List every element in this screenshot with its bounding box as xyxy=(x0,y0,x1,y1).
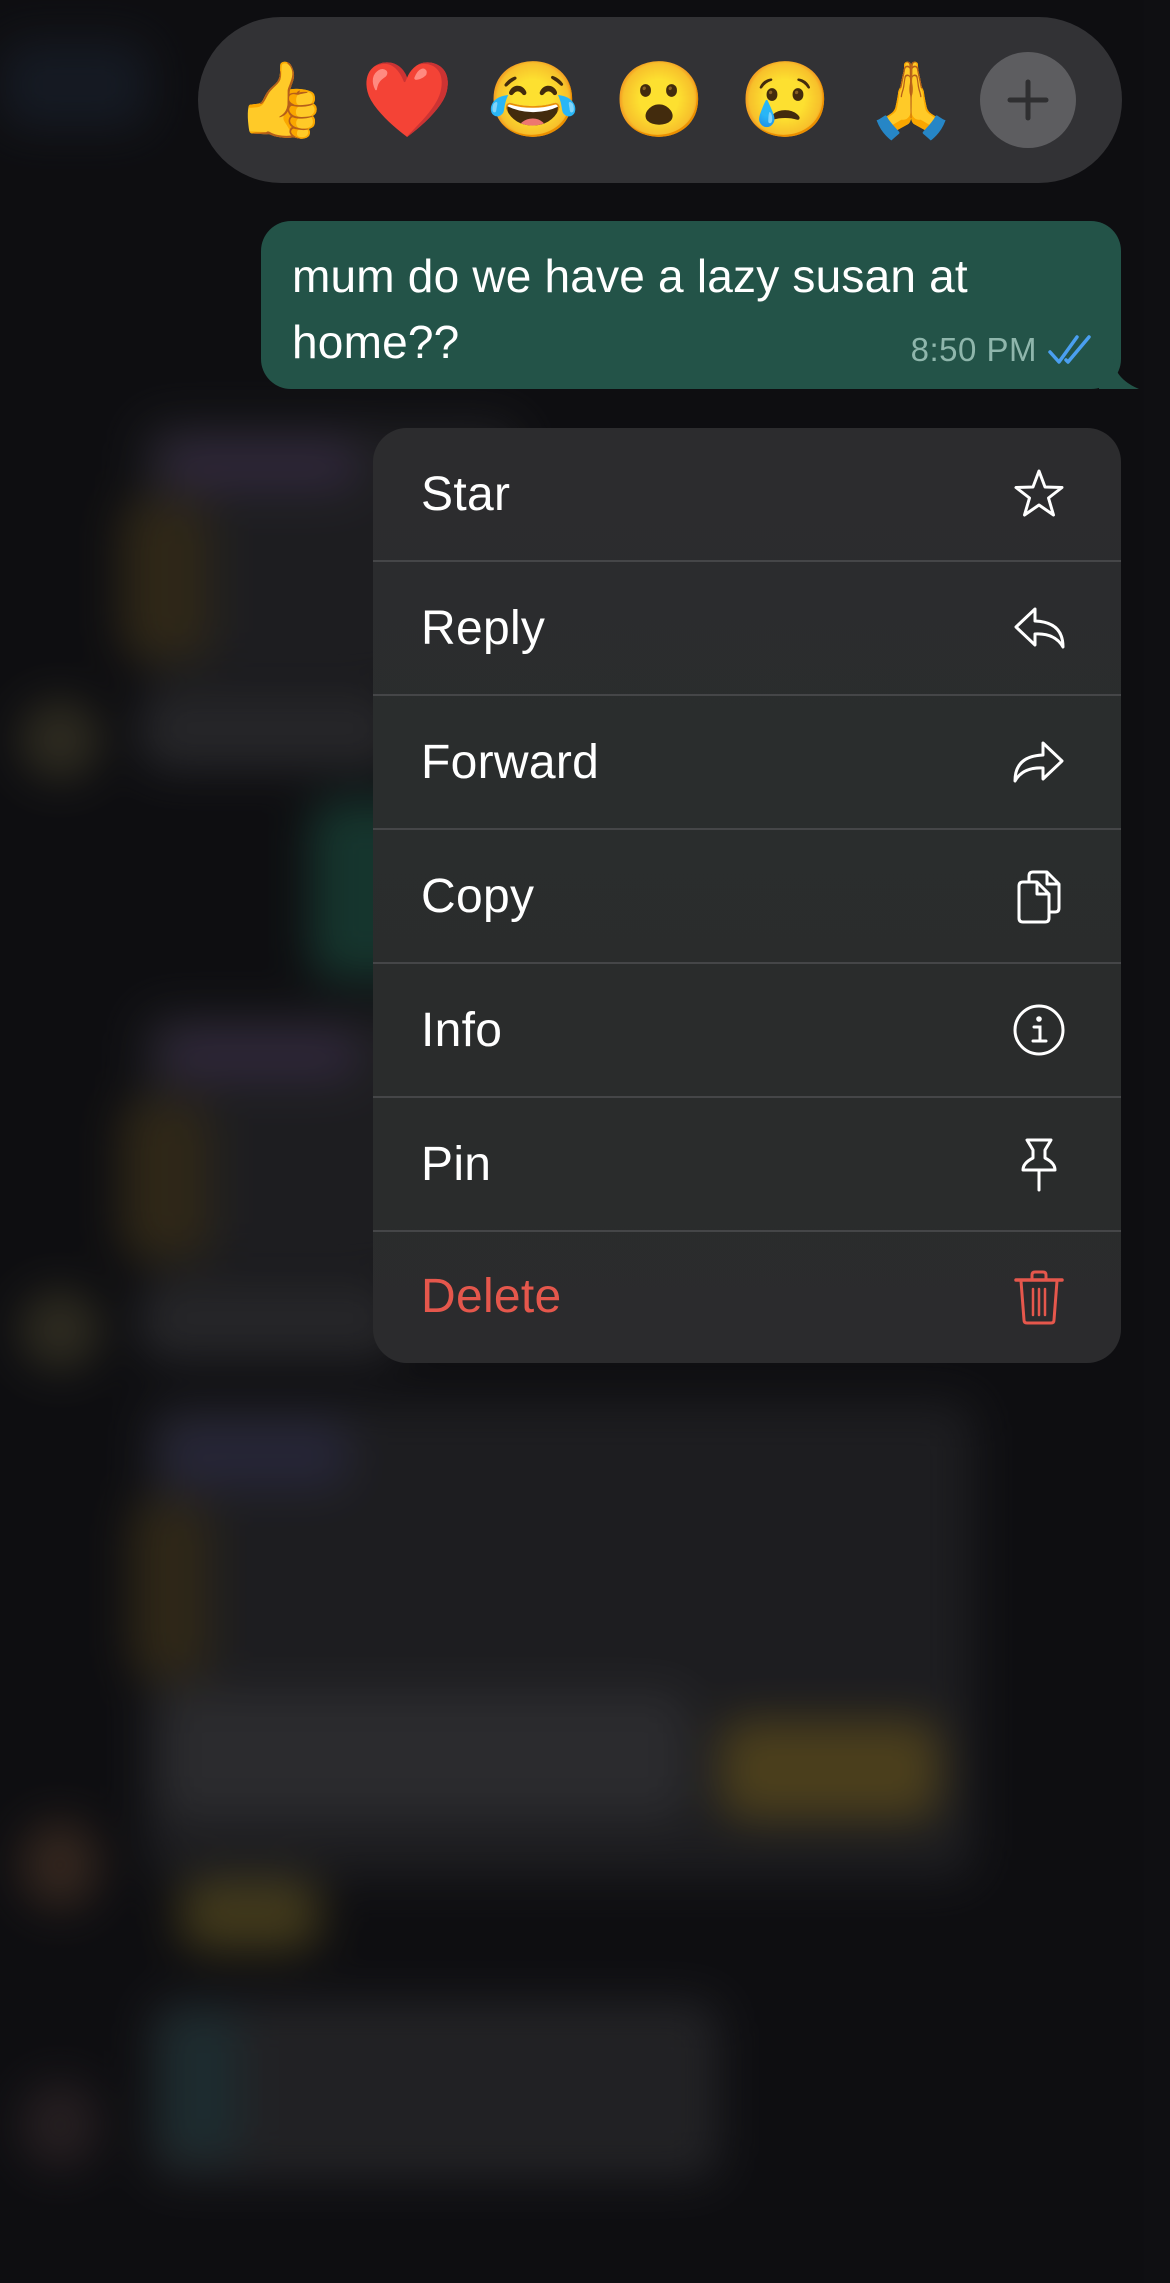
message-time: 8:50 PM xyxy=(910,331,1037,368)
reaction-thumbs-up[interactable]: 👍 xyxy=(235,50,327,150)
menu-item-label: Copy xyxy=(421,869,535,923)
message-context-menu: Star Reply Forward Copy Info Pin Delete xyxy=(373,428,1121,1363)
reaction-surprised[interactable]: 😮 xyxy=(613,50,705,150)
menu-item-label: Delete xyxy=(421,1270,562,1323)
reaction-red-heart[interactable]: ❤️ xyxy=(361,50,453,150)
forward-icon xyxy=(1011,734,1067,790)
reaction-crying[interactable]: 😢 xyxy=(739,50,831,150)
menu-item-forward[interactable]: Forward xyxy=(373,696,1121,830)
more-reactions-button[interactable] xyxy=(980,52,1076,148)
star-icon xyxy=(1011,466,1067,522)
message-bubble-outgoing[interactable]: mum do we have a lazy susan at home?? 8:… xyxy=(261,221,1139,389)
pin-icon xyxy=(1011,1136,1067,1192)
reaction-bar: 👍 ❤️ 😂 😮 😢 🙏 xyxy=(198,17,1122,183)
bubble-tail xyxy=(1099,359,1139,389)
message-meta: 8:50 PM xyxy=(911,331,1093,369)
menu-item-copy[interactable]: Copy xyxy=(373,830,1121,964)
menu-item-label: Forward xyxy=(421,735,600,789)
copy-icon xyxy=(1011,868,1067,924)
trash-icon xyxy=(1011,1269,1067,1325)
menu-item-reply[interactable]: Reply xyxy=(373,562,1121,696)
reply-icon xyxy=(1011,600,1067,656)
reaction-folded-hands[interactable]: 🙏 xyxy=(865,50,957,150)
reaction-tears-of-joy[interactable]: 😂 xyxy=(487,50,579,150)
plus-icon xyxy=(1007,79,1049,121)
menu-item-delete[interactable]: Delete xyxy=(373,1232,1121,1361)
menu-item-label: Info xyxy=(421,1003,503,1057)
menu-item-label: Pin xyxy=(421,1137,492,1191)
menu-item-star[interactable]: Star xyxy=(373,428,1121,562)
menu-item-pin[interactable]: Pin xyxy=(373,1098,1121,1232)
chat-screen: 👍 ❤️ 😂 😮 😢 🙏 mum do we have a lazy susan… xyxy=(0,0,1170,2283)
menu-item-label: Reply xyxy=(421,601,546,655)
menu-item-info[interactable]: Info xyxy=(373,964,1121,1098)
menu-item-label: Star xyxy=(421,467,511,521)
info-icon xyxy=(1011,1002,1067,1058)
double-check-icon xyxy=(1048,335,1091,364)
